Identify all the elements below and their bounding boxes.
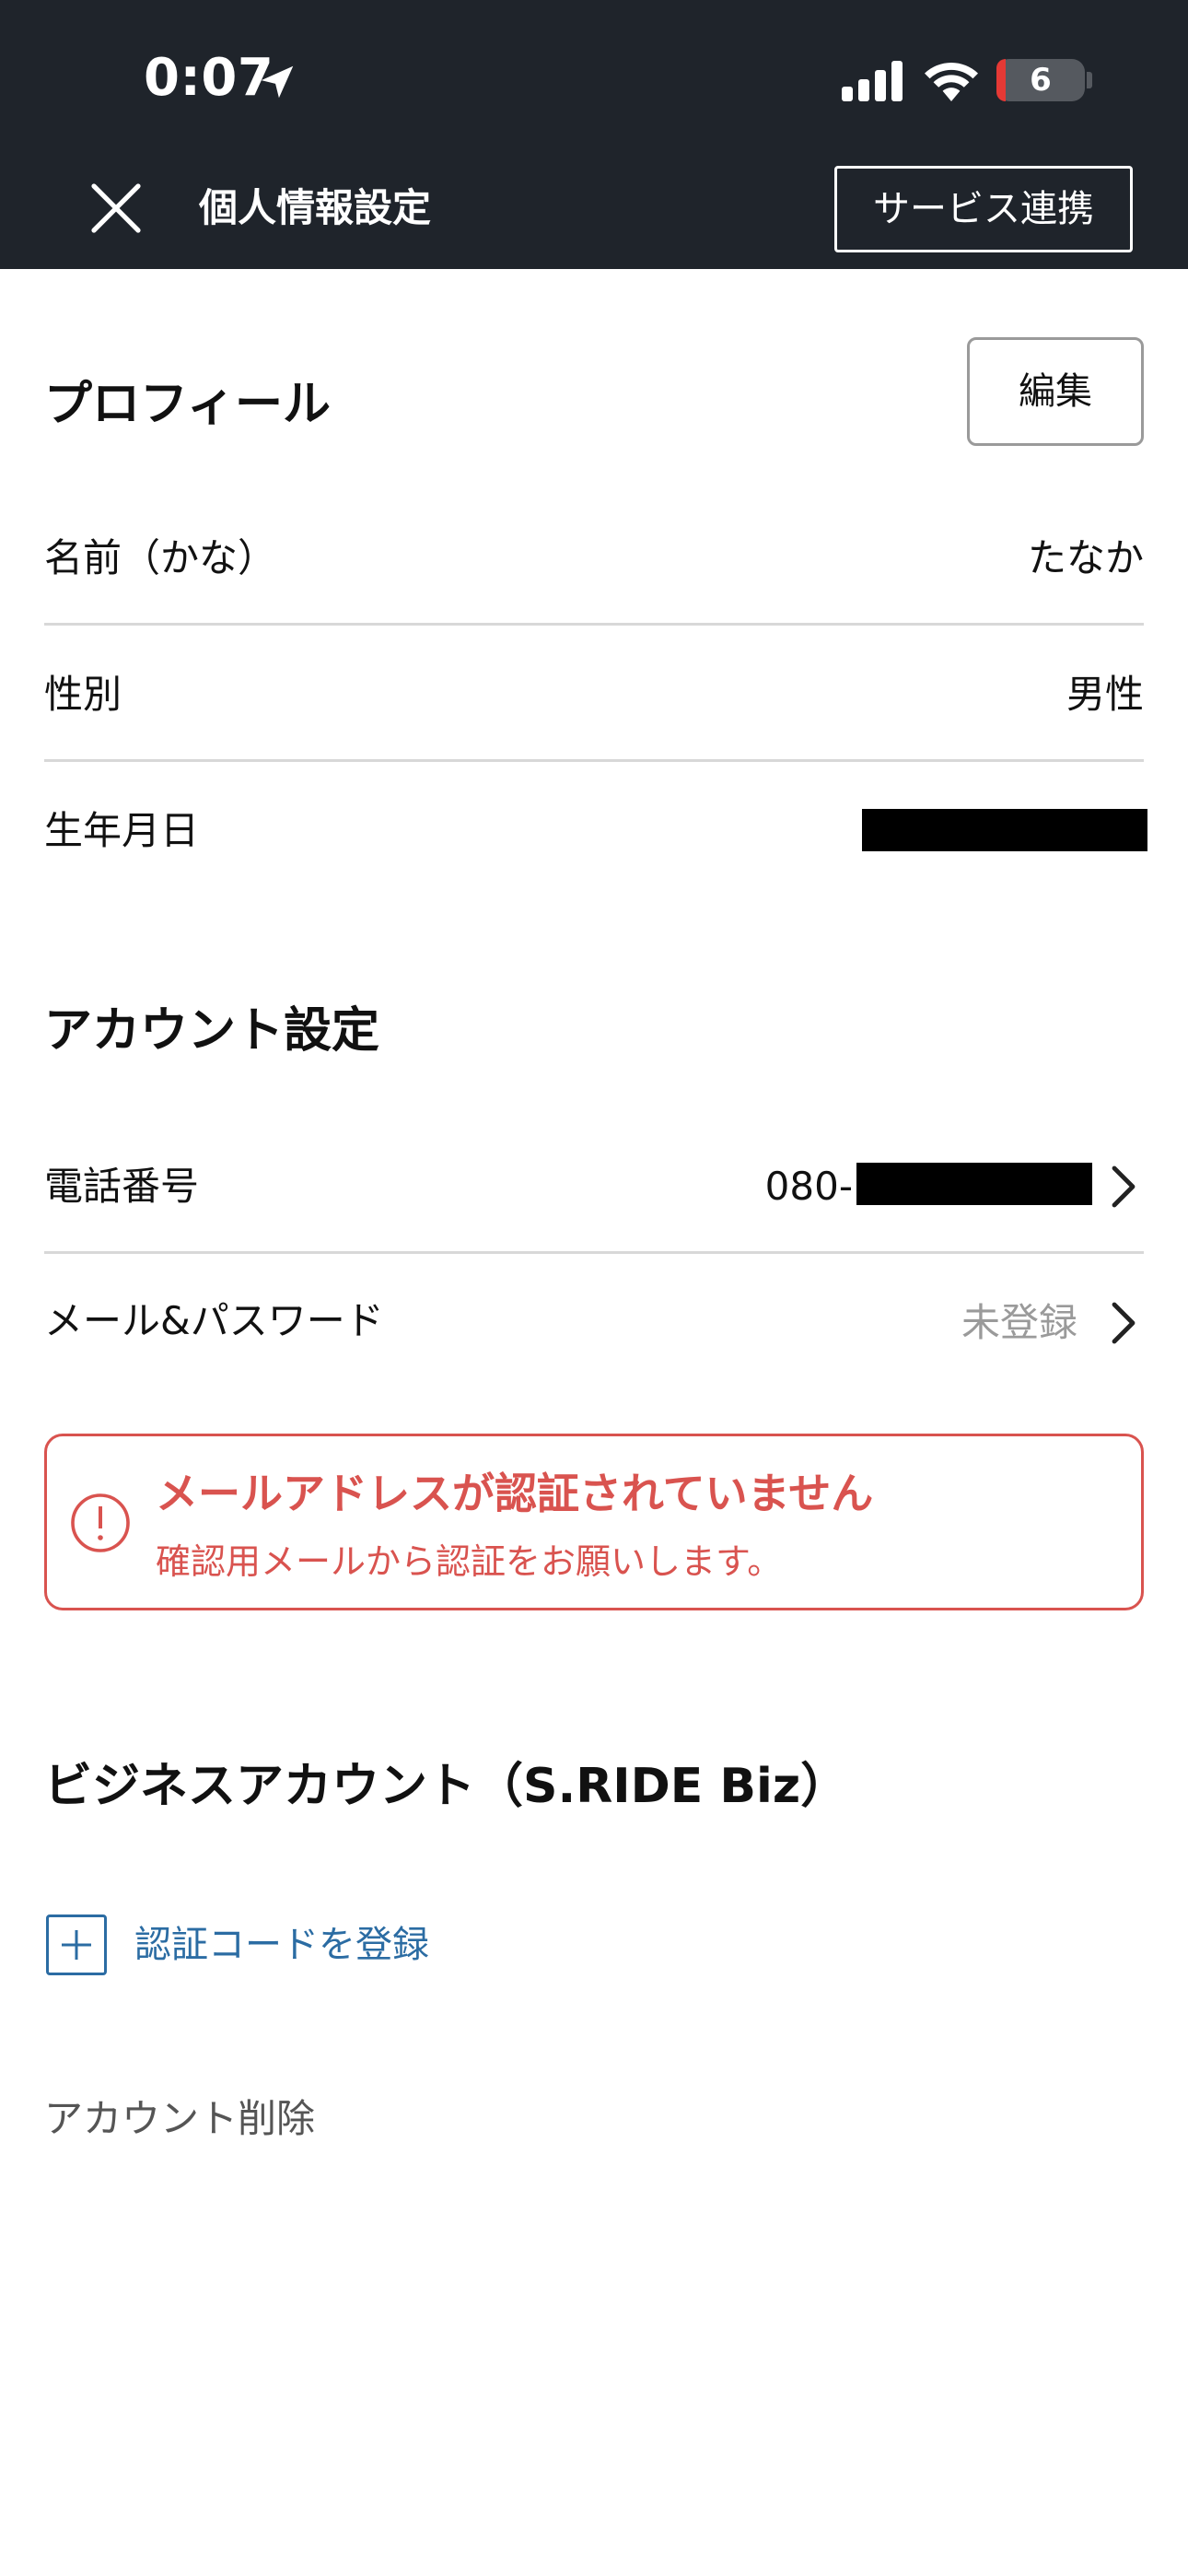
- alert-message: 確認用メールから認証をお願いします。: [156, 1541, 783, 1582]
- plus-icon[interactable]: [46, 1914, 107, 1975]
- birthdate-redacted-value: [862, 809, 1147, 851]
- gender-label: 性別: [44, 672, 122, 717]
- delete-account-link[interactable]: アカウント削除: [44, 2091, 315, 2147]
- edit-profile-button[interactable]: 編集: [967, 337, 1144, 446]
- gender-value: 男性: [1066, 672, 1144, 717]
- email-unverified-alert: メールアドレスが認証されていません 確認用メールから認証をお願いします。: [44, 1434, 1144, 1610]
- account-section-title: アカウント設定: [44, 1003, 380, 1059]
- phone-label[interactable]: 電話番号: [44, 1159, 199, 1214]
- cellular-signal-icon: [842, 61, 903, 101]
- divider: [44, 1251, 1144, 1254]
- battery-level: 6: [1030, 62, 1052, 99]
- close-icon[interactable]: [88, 181, 144, 236]
- wifi-icon: [925, 62, 978, 101]
- business-section-title: ビジネスアカウント（S.RIDE Biz）: [44, 1759, 849, 1814]
- phone-redacted-value: [856, 1163, 1092, 1205]
- birthdate-label: 生年月日: [44, 808, 200, 853]
- chevron-right-icon[interactable]: [1107, 1301, 1140, 1345]
- divider: [44, 623, 1144, 626]
- profile-section-title: プロフィール: [44, 377, 331, 432]
- service-link-button[interactable]: サービス連携: [834, 166, 1133, 252]
- battery-indicator: 6: [996, 59, 1085, 101]
- location-arrow-icon: [261, 65, 294, 99]
- status-time: 0:07: [144, 48, 274, 108]
- mail-password-label[interactable]: メール&パスワード: [44, 1294, 384, 1349]
- phone-prefix: 080-: [764, 1164, 853, 1209]
- divider: [44, 759, 1144, 762]
- name-kana-label: 名前（かな）: [44, 535, 277, 580]
- warning-icon: [71, 1493, 130, 1552]
- page-title: 個人情報設定: [199, 185, 432, 230]
- mail-status-value: 未登録: [961, 1300, 1077, 1345]
- name-kana-value: たなか: [1027, 535, 1144, 580]
- alert-title: メールアドレスが認証されていません: [156, 1469, 874, 1518]
- chevron-right-icon[interactable]: [1107, 1165, 1140, 1209]
- battery-tip: [1087, 72, 1092, 88]
- register-code-link[interactable]: 認証コードを登録: [134, 1914, 429, 1975]
- top-bar: 0:07 6 個人情報設定 サービス連携: [0, 0, 1188, 269]
